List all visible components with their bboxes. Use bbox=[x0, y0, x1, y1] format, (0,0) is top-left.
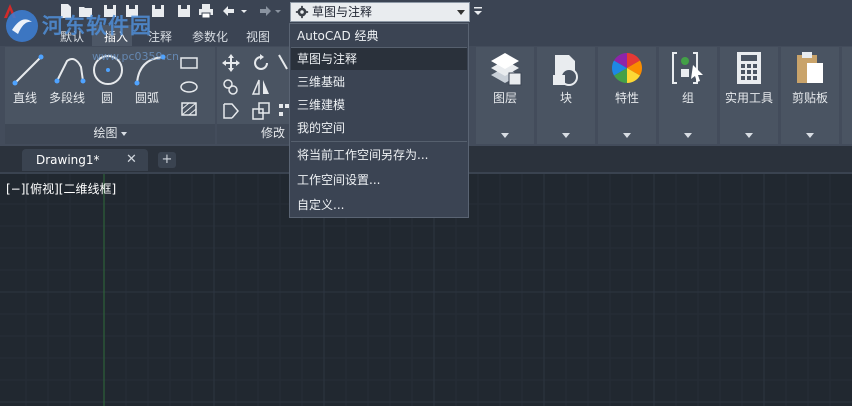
gear-icon bbox=[295, 5, 309, 19]
move-tool-icon[interactable] bbox=[221, 53, 241, 73]
chevron-down-icon bbox=[457, 10, 465, 15]
utilities-label: 实用工具 bbox=[724, 91, 773, 105]
chevron-down-icon bbox=[623, 133, 631, 138]
draw-panel-footer[interactable]: 绘图 bbox=[5, 124, 215, 144]
layers-icon bbox=[491, 53, 522, 86]
undo-icon[interactable] bbox=[222, 3, 238, 19]
hatch-tool-icon[interactable] bbox=[179, 101, 199, 117]
viewport-controls-label[interactable]: [−][俯视][二维线框] bbox=[6, 180, 116, 197]
workspace-option-drafting-annotation[interactable]: 草图与注释 bbox=[291, 48, 467, 70]
modify-panel: 修改 bbox=[217, 47, 293, 144]
close-icon[interactable]: ✕ bbox=[126, 152, 137, 167]
utilities-panel[interactable]: 实用工具 bbox=[720, 47, 778, 144]
clipboard-icon bbox=[797, 52, 823, 83]
modify-panel-footer[interactable]: 修改 bbox=[217, 124, 293, 144]
chevron-down-icon bbox=[562, 133, 570, 138]
workspace-dropdown-menu: AutoCAD 经典 草图与注释 三维基础 三维建模 我的空间 将当前工作空间另… bbox=[289, 23, 469, 218]
watermark: 河东软件园 www.pc0359.cn bbox=[0, 2, 200, 63]
menu-divider bbox=[291, 141, 467, 142]
draw-panel-title: 绘图 bbox=[93, 126, 118, 140]
block-panel[interactable]: 块 bbox=[537, 47, 595, 144]
color-wheel-icon bbox=[611, 52, 643, 83]
redo-icon[interactable] bbox=[256, 3, 272, 19]
print-icon[interactable] bbox=[198, 3, 214, 19]
workspace-option-my-space[interactable]: 我的空间 bbox=[291, 117, 467, 139]
tab-view[interactable]: 视图 bbox=[246, 28, 270, 45]
mirror-tool-icon[interactable] bbox=[251, 77, 271, 97]
customize-toolbar-icon[interactable] bbox=[474, 5, 482, 17]
clipboard-label: 剪贴板 bbox=[791, 91, 828, 105]
workspace-option-3d-basics[interactable]: 三维基础 bbox=[291, 71, 467, 93]
group-label: 组 bbox=[681, 91, 694, 105]
undo-dropdown-icon[interactable] bbox=[240, 3, 248, 19]
chevron-down-icon bbox=[120, 131, 127, 136]
properties-label: 特性 bbox=[614, 91, 639, 105]
save-workspace-as-item[interactable]: 将当前工作空间另存为... bbox=[291, 144, 467, 166]
group-icon bbox=[672, 52, 703, 84]
copy-tool-icon[interactable] bbox=[221, 77, 241, 97]
watermark-title: 河东软件园 bbox=[42, 13, 152, 38]
document-tab-label: Drawing1* bbox=[36, 153, 100, 167]
watermark-logo-icon bbox=[6, 10, 38, 42]
block-icon bbox=[553, 55, 578, 86]
layers-label: 图层 bbox=[492, 91, 517, 105]
block-label: 块 bbox=[559, 91, 572, 105]
customize-item[interactable]: 自定义... bbox=[291, 194, 467, 216]
chevron-down-icon bbox=[501, 133, 509, 138]
view-panel-clipped[interactable] bbox=[842, 47, 852, 144]
circle-tool-label[interactable]: 圆 bbox=[101, 89, 113, 106]
clipboard-panel[interactable]: 剪贴板 bbox=[781, 47, 839, 144]
scale-tool-icon[interactable] bbox=[251, 101, 271, 121]
chevron-down-icon bbox=[806, 133, 814, 138]
layers-panel[interactable]: 图层 bbox=[476, 47, 534, 144]
new-tab-button[interactable]: + bbox=[158, 152, 176, 168]
chevron-down-icon bbox=[745, 133, 753, 138]
ellipse-tool-icon[interactable] bbox=[179, 79, 199, 95]
modify-panel-title: 修改 bbox=[261, 126, 286, 140]
workspace-switcher[interactable]: 草图与注释 bbox=[290, 2, 470, 22]
stretch-tool-icon[interactable] bbox=[221, 101, 241, 121]
arc-tool-label[interactable]: 圆弧 bbox=[135, 89, 159, 106]
workspace-settings-item[interactable]: 工作空间设置... bbox=[291, 169, 467, 191]
group-panel[interactable]: 组 bbox=[659, 47, 717, 144]
workspace-current-label: 草图与注释 bbox=[312, 5, 373, 19]
properties-panel[interactable]: 特性 bbox=[598, 47, 656, 144]
polyline-tool-label[interactable]: 多段线 bbox=[49, 89, 85, 106]
document-tab[interactable]: Drawing1* ✕ bbox=[22, 149, 148, 171]
rotate-tool-icon[interactable] bbox=[251, 53, 271, 73]
calculator-icon bbox=[737, 52, 761, 84]
chevron-down-icon bbox=[684, 133, 692, 138]
workspace-option-autocad-classic[interactable]: AutoCAD 经典 bbox=[291, 25, 467, 47]
workspace-option-3d-modeling[interactable]: 三维建模 bbox=[291, 94, 467, 116]
redo-dropdown-icon[interactable] bbox=[274, 3, 282, 19]
autocad-window: 草图与注释 默认 插入 注释 参数化 视图 绘图 直线 多段线 圆 圆弧 修改 bbox=[0, 0, 852, 406]
watermark-url: www.pc0359.cn bbox=[92, 50, 180, 63]
line-tool-label[interactable]: 直线 bbox=[13, 89, 37, 106]
